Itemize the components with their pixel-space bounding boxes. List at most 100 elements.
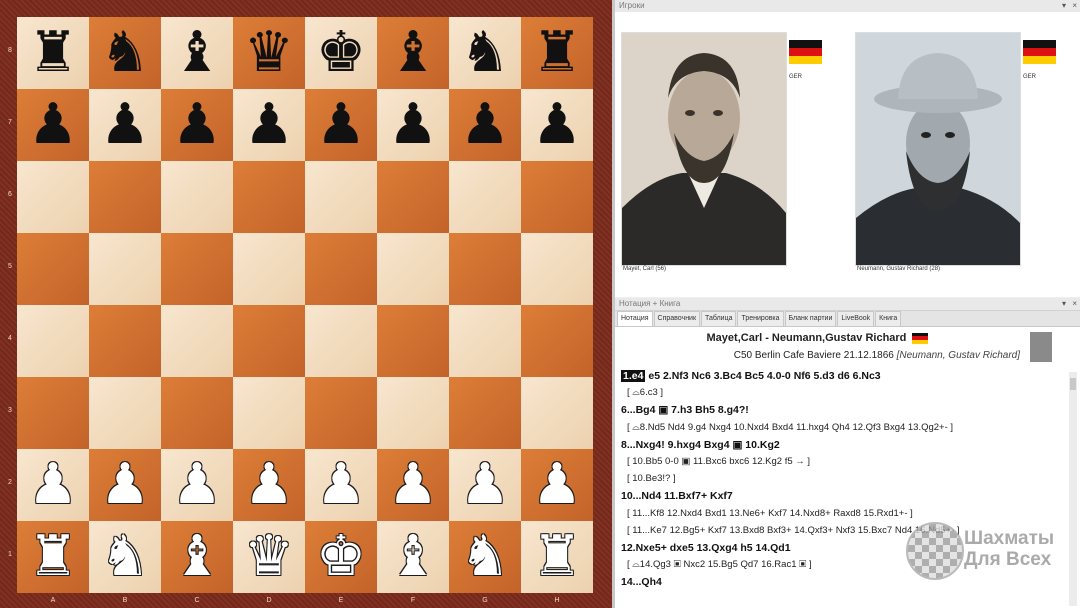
square-e6[interactable] bbox=[305, 161, 377, 233]
close-icon[interactable]: × bbox=[1072, 298, 1077, 310]
square-d5[interactable] bbox=[233, 233, 305, 305]
square-f8[interactable]: ♝ bbox=[377, 17, 449, 89]
square-b4[interactable] bbox=[89, 305, 161, 377]
square-b8[interactable]: ♞ bbox=[89, 17, 161, 89]
square-h4[interactable] bbox=[521, 305, 593, 377]
main-line[interactable]: 12.Nxe5+ dxe5 13.Qxg4 h5 14.Qd1 bbox=[621, 542, 791, 554]
square-c6[interactable] bbox=[161, 161, 233, 233]
main-line[interactable]: 8...Nxg4! 9.hxg4 Bxg4 ▣ 10.Kg2 bbox=[621, 439, 780, 451]
variation-line[interactable]: [ ⌓6.c3 ] bbox=[627, 387, 663, 398]
square-a4[interactable] bbox=[17, 305, 89, 377]
square-h6[interactable] bbox=[521, 161, 593, 233]
white-pawn-icon[interactable]: ♟ bbox=[388, 457, 438, 513]
white-bishop-icon[interactable]: ♝ bbox=[172, 529, 222, 585]
variation-line[interactable]: [ 10.Be3!? ] bbox=[627, 473, 676, 484]
square-e8[interactable]: ♚ bbox=[305, 17, 377, 89]
square-b7[interactable]: ♟ bbox=[89, 89, 161, 161]
square-b6[interactable] bbox=[89, 161, 161, 233]
square-b1[interactable]: ♞ bbox=[89, 521, 161, 593]
black-knight-icon[interactable]: ♞ bbox=[460, 25, 510, 81]
black-pawn-icon[interactable]: ♟ bbox=[316, 97, 366, 153]
close-icon[interactable]: × bbox=[1072, 0, 1077, 12]
square-g7[interactable]: ♟ bbox=[449, 89, 521, 161]
square-a5[interactable] bbox=[17, 233, 89, 305]
square-h1[interactable]: ♜ bbox=[521, 521, 593, 593]
black-bishop-icon[interactable]: ♝ bbox=[388, 25, 438, 81]
black-knight-icon[interactable]: ♞ bbox=[100, 25, 150, 81]
square-b2[interactable]: ♟ bbox=[89, 449, 161, 521]
square-c2[interactable]: ♟ bbox=[161, 449, 233, 521]
square-g8[interactable]: ♞ bbox=[449, 17, 521, 89]
main-line[interactable]: 6...Bg4 ▣ 7.h3 Bh5 8.g4?! bbox=[621, 404, 749, 416]
tab-2[interactable]: Таблица bbox=[701, 311, 737, 326]
square-a1[interactable]: ♜ bbox=[17, 521, 89, 593]
square-d8[interactable]: ♛ bbox=[233, 17, 305, 89]
variation-line[interactable]: [ 11...Kf8 12.Nxd4 Bxd1 13.Ne6+ Kxf7 14.… bbox=[627, 508, 913, 519]
square-c7[interactable]: ♟ bbox=[161, 89, 233, 161]
scrollbar-thumb[interactable] bbox=[1070, 378, 1076, 390]
main-line[interactable]: 10...Nd4 11.Bxf7+ Kxf7 bbox=[621, 490, 733, 502]
square-a6[interactable] bbox=[17, 161, 89, 233]
square-h3[interactable] bbox=[521, 377, 593, 449]
variation-line[interactable]: [ ⌓14.Qg3 ▣ Nxc2 15.Bg5 Qd7 16.Rac1 ▣ ] bbox=[627, 559, 812, 570]
black-pawn-icon[interactable]: ♟ bbox=[460, 97, 510, 153]
square-g3[interactable] bbox=[449, 377, 521, 449]
square-e4[interactable] bbox=[305, 305, 377, 377]
square-b5[interactable] bbox=[89, 233, 161, 305]
black-bishop-icon[interactable]: ♝ bbox=[172, 25, 222, 81]
white-pawn-icon[interactable]: ♟ bbox=[244, 457, 294, 513]
square-f4[interactable] bbox=[377, 305, 449, 377]
square-c3[interactable] bbox=[161, 377, 233, 449]
square-f6[interactable] bbox=[377, 161, 449, 233]
square-c5[interactable] bbox=[161, 233, 233, 305]
black-king-icon[interactable]: ♚ bbox=[316, 25, 366, 81]
white-queen-icon[interactable]: ♛ bbox=[244, 529, 294, 585]
black-pawn-icon[interactable]: ♟ bbox=[100, 97, 150, 153]
tab-0[interactable]: Нотация bbox=[617, 311, 653, 326]
square-e2[interactable]: ♟ bbox=[305, 449, 377, 521]
square-f5[interactable] bbox=[377, 233, 449, 305]
square-h7[interactable]: ♟ bbox=[521, 89, 593, 161]
white-pawn-icon[interactable]: ♟ bbox=[100, 457, 150, 513]
white-pawn-icon[interactable]: ♟ bbox=[172, 457, 222, 513]
black-pawn-icon[interactable]: ♟ bbox=[172, 97, 222, 153]
tab-6[interactable]: Книга bbox=[875, 311, 902, 326]
square-e3[interactable] bbox=[305, 377, 377, 449]
square-c4[interactable] bbox=[161, 305, 233, 377]
tab-1[interactable]: Справочник bbox=[653, 311, 701, 326]
white-knight-icon[interactable]: ♞ bbox=[100, 529, 150, 585]
square-d7[interactable]: ♟ bbox=[233, 89, 305, 161]
square-f2[interactable]: ♟ bbox=[377, 449, 449, 521]
square-c8[interactable]: ♝ bbox=[161, 17, 233, 89]
black-pawn-icon[interactable]: ♟ bbox=[244, 97, 294, 153]
square-d4[interactable] bbox=[233, 305, 305, 377]
square-c1[interactable]: ♝ bbox=[161, 521, 233, 593]
black-pawn-icon[interactable]: ♟ bbox=[532, 97, 582, 153]
square-g6[interactable] bbox=[449, 161, 521, 233]
square-a7[interactable]: ♟ bbox=[17, 89, 89, 161]
black-rook-icon[interactable]: ♜ bbox=[532, 25, 582, 81]
square-f7[interactable]: ♟ bbox=[377, 89, 449, 161]
square-d1[interactable]: ♛ bbox=[233, 521, 305, 593]
white-rook-icon[interactable]: ♜ bbox=[532, 529, 582, 585]
tab-3[interactable]: Тренировка bbox=[737, 311, 784, 326]
square-e7[interactable]: ♟ bbox=[305, 89, 377, 161]
white-knight-icon[interactable]: ♞ bbox=[460, 529, 510, 585]
square-e1[interactable]: ♚ bbox=[305, 521, 377, 593]
variation-line[interactable]: [ 10.Bb5 0-0 ▣ 11.Bxc6 bxc6 12.Kg2 f5 → … bbox=[627, 456, 810, 467]
square-d6[interactable] bbox=[233, 161, 305, 233]
square-d3[interactable] bbox=[233, 377, 305, 449]
variation-line[interactable]: [ ⌓8.Nd5 Nd4 9.g4 Nxg4 10.Nxd4 Bxd4 11.h… bbox=[627, 422, 953, 433]
square-g5[interactable] bbox=[449, 233, 521, 305]
white-king-icon[interactable]: ♚ bbox=[316, 529, 366, 585]
main-line[interactable]: 14...Qh4 bbox=[621, 576, 662, 588]
square-g1[interactable]: ♞ bbox=[449, 521, 521, 593]
square-f1[interactable]: ♝ bbox=[377, 521, 449, 593]
black-pawn-icon[interactable]: ♟ bbox=[28, 97, 78, 153]
tab-5[interactable]: LiveBook bbox=[837, 311, 875, 326]
white-bishop-icon[interactable]: ♝ bbox=[388, 529, 438, 585]
square-h2[interactable]: ♟ bbox=[521, 449, 593, 521]
square-a2[interactable]: ♟ bbox=[17, 449, 89, 521]
square-f3[interactable] bbox=[377, 377, 449, 449]
black-queen-icon[interactable]: ♛ bbox=[244, 25, 294, 81]
